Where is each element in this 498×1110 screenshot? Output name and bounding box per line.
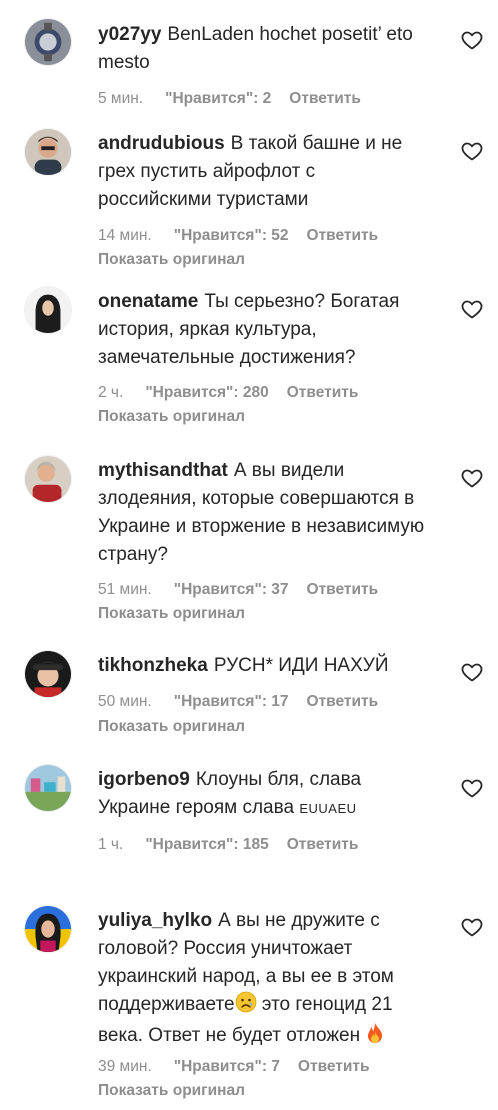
show-original-button[interactable]: Показать оригинал <box>98 406 245 428</box>
heart-outline-icon[interactable] <box>460 297 484 321</box>
avatar[interactable] <box>24 455 72 503</box>
comment-meta: 39 мин. "Нравится": 7 Ответить <box>98 1056 458 1078</box>
comment-time: 51 мин. <box>98 581 152 598</box>
comment-meta: 51 мин. "Нравится": 37 Ответить <box>98 579 458 601</box>
comment-text-block: onenatame Ты серьезно? Богатая история, я… <box>98 288 428 372</box>
reply-button[interactable]: Ответить <box>298 1056 370 1078</box>
likes-count[interactable]: "Нравится": 2 <box>165 88 271 110</box>
reply-button[interactable]: Ответить <box>307 225 379 247</box>
username[interactable]: onenatame <box>98 291 198 312</box>
comment-text-block: igorbeno9 Клоуны бля, слава Украине героя… <box>98 766 428 823</box>
show-original-button[interactable]: Показать оригинал <box>98 716 245 738</box>
comment-time: 39 мин. <box>98 1058 152 1075</box>
avatar[interactable] <box>24 650 72 698</box>
comment-meta: 14 мин. "Нравится": 52 Ответить <box>98 225 458 247</box>
likes-count[interactable]: "Нравится": 37 <box>174 579 289 601</box>
comment-meta: 50 мин. "Нравится": 17 Ответить <box>98 691 458 713</box>
avatar[interactable] <box>24 286 72 334</box>
comment-text-block: yuliya_hylko А вы не дружите с головой? Р… <box>98 907 428 1053</box>
avatar[interactable] <box>24 905 72 953</box>
likes-count[interactable]: "Нравится": 7 <box>174 1056 280 1078</box>
show-original-button[interactable]: Показать оригинал <box>98 249 245 271</box>
likes-count[interactable]: "Нравится": 17 <box>174 691 289 713</box>
fire-emoji-icon <box>365 1022 385 1053</box>
heart-outline-icon[interactable] <box>460 139 484 163</box>
comment-time: 2 ч. <box>98 384 124 401</box>
comment-meta: 2 ч. "Нравится": 280 Ответить <box>98 382 458 404</box>
heart-outline-icon[interactable] <box>460 660 484 684</box>
heart-outline-icon[interactable] <box>460 776 484 800</box>
likes-count[interactable]: "Нравится": 185 <box>145 834 268 856</box>
reply-button[interactable]: Ответить <box>307 579 379 601</box>
comment-text-block: andrudubious В такой башне и не грех пуст… <box>98 130 428 214</box>
username[interactable]: tikhonzheka <box>98 655 208 676</box>
comment-text: РУСН* ИДИ НАХУЙ <box>213 655 389 676</box>
avatar[interactable] <box>24 764 72 812</box>
likes-count[interactable]: "Нравится": 52 <box>174 225 289 247</box>
avatar[interactable] <box>24 18 72 66</box>
show-original-button[interactable]: Показать оригинал <box>98 1080 245 1102</box>
reply-button[interactable]: Ответить <box>307 691 379 713</box>
username[interactable]: igorbeno9 <box>98 769 190 790</box>
username[interactable]: y027yy <box>98 24 161 45</box>
heart-outline-icon[interactable] <box>460 28 484 52</box>
comment-meta: 1 ч. "Нравится": 185 Ответить <box>98 834 458 856</box>
comment-time: 50 мин. <box>98 693 152 710</box>
username[interactable]: yuliya_hylko <box>98 910 212 931</box>
reply-button[interactable]: Ответить <box>287 834 359 856</box>
comment-meta: 5 мин. "Нравится": 2 Ответить <box>98 88 458 110</box>
comment-text-block: tikhonzheka РУСН* ИДИ НАХУЙ <box>98 652 428 680</box>
heart-outline-icon[interactable] <box>460 915 484 939</box>
sad-face-emoji-icon <box>235 991 257 1022</box>
comment-time: 5 мин. <box>98 90 144 107</box>
username[interactable]: mythisandthat <box>98 460 228 481</box>
username[interactable]: andrudubious <box>98 133 225 154</box>
comment-time: 14 мин. <box>98 227 152 244</box>
reply-button[interactable]: Ответить <box>287 382 359 404</box>
reply-button[interactable]: Ответить <box>289 88 361 110</box>
flags-text: EUUAEU <box>299 801 357 816</box>
likes-count[interactable]: "Нравится": 280 <box>145 382 268 404</box>
heart-outline-icon[interactable] <box>460 466 484 490</box>
avatar[interactable] <box>24 128 72 176</box>
show-original-button[interactable]: Показать оригинал <box>98 603 245 625</box>
comment-time: 1 ч. <box>98 836 124 853</box>
comment-text-block: mythisandthat А вы видели злодеяния, кото… <box>98 457 428 569</box>
comment-text-block: y027yy BenLaden hochet posetit’ eto mesto <box>98 21 428 77</box>
